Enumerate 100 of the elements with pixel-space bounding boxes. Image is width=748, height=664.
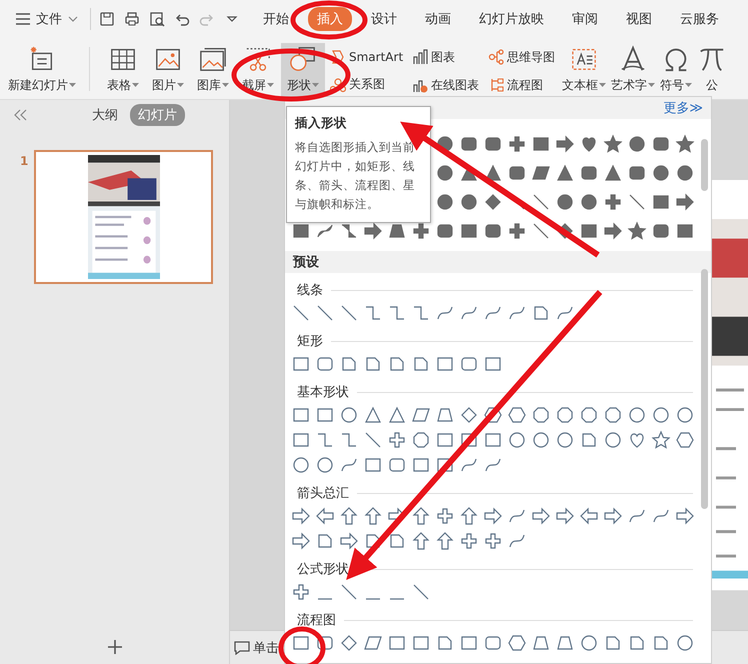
gallery-button[interactable]: 图库 [191, 43, 235, 99]
shape-icon[interactable] [627, 134, 647, 154]
shape-icon[interactable] [627, 192, 647, 212]
file-menu[interactable]: 文件 [12, 8, 82, 30]
shape-icon[interactable] [363, 506, 383, 526]
shape-icon[interactable] [291, 506, 311, 526]
shape-icon[interactable] [411, 582, 431, 602]
shape-icon[interactable] [411, 430, 431, 450]
image-button[interactable]: 图片 [146, 43, 190, 99]
shape-icon[interactable] [483, 531, 503, 551]
shape-icon[interactable] [579, 405, 599, 425]
shape-icon[interactable] [603, 220, 623, 240]
save-button[interactable] [99, 11, 115, 27]
table-button[interactable]: 表格 [101, 43, 145, 99]
shape-icon[interactable] [339, 531, 359, 551]
shape-icon[interactable] [579, 192, 599, 212]
shape-icon[interactable] [483, 506, 503, 526]
online-chart-button[interactable]: 在线图表 [410, 74, 482, 96]
shape-icon[interactable] [411, 506, 431, 526]
shape-icon[interactable] [531, 405, 551, 425]
ribbon-tab[interactable]: 云服务 [671, 7, 728, 31]
shape-icon[interactable] [435, 531, 455, 551]
shape-icon[interactable] [507, 220, 527, 240]
shape-icon[interactable] [411, 220, 431, 240]
shape-icon[interactable] [651, 405, 671, 425]
ribbon-tab[interactable]: 审阅 [563, 7, 607, 31]
mind-map-button[interactable]: 思维导图 [486, 46, 558, 68]
shape-icon[interactable] [603, 162, 623, 182]
shape-icon[interactable] [315, 455, 335, 475]
shape-icon[interactable] [435, 162, 455, 182]
shape-icon[interactable] [315, 303, 335, 323]
shape-icon[interactable] [531, 192, 551, 212]
shape-icon[interactable] [507, 134, 527, 154]
shape-icon[interactable] [435, 192, 455, 212]
shape-icon[interactable] [459, 405, 479, 425]
shape-icon[interactable] [675, 506, 695, 526]
bar-chart-button[interactable]: 图表 [410, 46, 482, 68]
shape-icon[interactable] [507, 430, 527, 450]
flowchart-button[interactable]: 流程图 [486, 74, 558, 96]
slide-thumbnail[interactable] [34, 150, 213, 284]
shape-icon[interactable] [387, 405, 407, 425]
shape-icon[interactable] [459, 506, 479, 526]
shape-icon[interactable] [555, 430, 575, 450]
ribbon-tab[interactable]: 动画 [416, 7, 460, 31]
shape-icon[interactable] [339, 582, 359, 602]
shape-icon[interactable] [555, 192, 575, 212]
shape-icon[interactable] [603, 134, 623, 154]
shape-icon[interactable] [339, 633, 359, 653]
shape-icon[interactable] [675, 405, 695, 425]
shape-icon[interactable] [555, 162, 575, 182]
shape-icon[interactable] [675, 430, 695, 450]
letter-a-button[interactable]: 艺术字 [609, 43, 658, 99]
new-slide-button[interactable]: 新建幻灯片 [6, 43, 78, 99]
shape-icon[interactable] [675, 192, 695, 212]
shape-icon[interactable] [291, 303, 311, 323]
pi-button[interactable]: 公 [695, 43, 730, 99]
shape-icon[interactable] [507, 633, 527, 653]
shape-icon[interactable] [315, 506, 335, 526]
shape-icon[interactable] [651, 430, 671, 450]
shape-icon[interactable] [651, 162, 671, 182]
shape-icon[interactable] [531, 506, 551, 526]
shape-icon[interactable] [363, 220, 383, 240]
shape-icon[interactable] [603, 405, 623, 425]
shape-icon[interactable] [603, 506, 623, 526]
shape-icon[interactable] [411, 531, 431, 551]
shape-icon[interactable] [459, 192, 479, 212]
shape-icon[interactable] [387, 430, 407, 450]
shape-icon[interactable] [339, 506, 359, 526]
shape-icon[interactable] [531, 430, 551, 450]
scrollbar-thumb[interactable] [701, 269, 708, 509]
notes-placeholder[interactable]: 单击 [253, 638, 279, 656]
smartart-button[interactable]: SmartArt [328, 46, 406, 67]
panel-tab[interactable]: 大纲 [84, 104, 126, 126]
shape-icon[interactable] [507, 405, 527, 425]
shape-icon[interactable] [675, 162, 695, 182]
shape-icon[interactable] [675, 134, 695, 154]
shape-icon[interactable] [675, 633, 695, 653]
shape-icon[interactable] [435, 506, 455, 526]
shape-icon[interactable] [339, 303, 359, 323]
shape-icon[interactable] [291, 531, 311, 551]
shape-icon[interactable] [555, 405, 575, 425]
shape-icon[interactable] [459, 531, 479, 551]
shape-icon[interactable] [555, 506, 575, 526]
ribbon-tab[interactable]: 视图 [617, 7, 661, 31]
shape-icon[interactable] [363, 405, 383, 425]
print-preview-button[interactable] [149, 11, 165, 27]
relationship-button[interactable]: 关系图 [328, 74, 406, 96]
more-link[interactable]: 更多≫ [663, 99, 703, 117]
shape-icon[interactable] [483, 405, 503, 425]
shape-icon[interactable] [627, 220, 647, 240]
shape-icon[interactable] [603, 430, 623, 450]
shape-icon[interactable] [483, 192, 503, 212]
print-button[interactable] [124, 11, 140, 27]
shape-icon[interactable] [363, 430, 383, 450]
ribbon-tab[interactable]: 幻灯片放映 [470, 7, 553, 31]
omega-button[interactable]: 符号 [658, 43, 694, 99]
ribbon-tab[interactable]: 开始 [254, 7, 298, 31]
shape-icon[interactable] [603, 192, 623, 212]
shape-icon[interactable] [291, 582, 311, 602]
shape-icon[interactable] [291, 455, 311, 475]
